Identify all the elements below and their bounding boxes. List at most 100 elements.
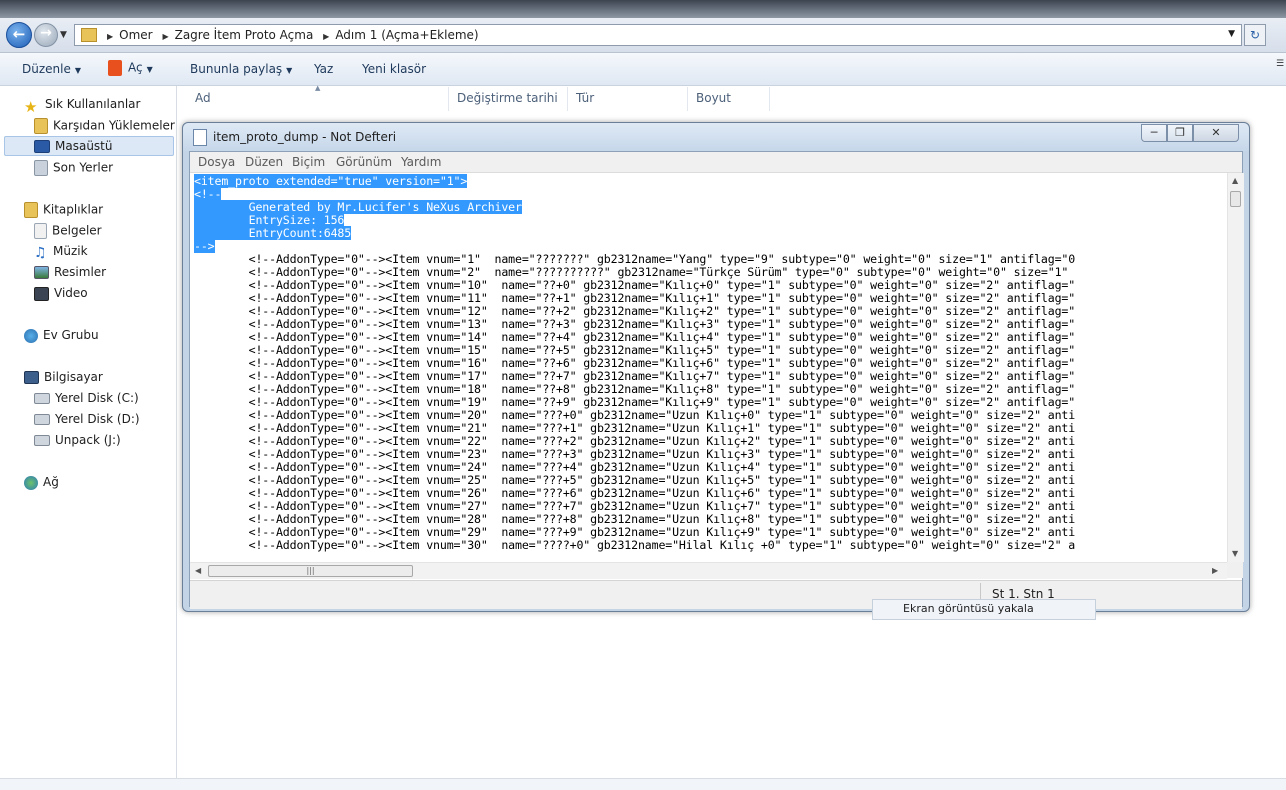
selected-text-line: EntrySize: 156 xyxy=(194,213,345,227)
text-line: <!--AddonType="0"--><Item vnum="15" name… xyxy=(194,343,1076,357)
explorer-details-bar xyxy=(0,778,1286,790)
nav-label: Karşıdan Yüklemeler xyxy=(53,118,175,133)
nav-item-recent[interactable]: Son Yerler xyxy=(34,160,113,176)
print-button[interactable]: Yaz xyxy=(314,62,333,76)
navigation-pane: ★ Sık Kullanılanlar Karşıdan Yüklemeler M… xyxy=(0,86,177,778)
minimize-icon: ─ xyxy=(1150,126,1158,139)
nav-label: Kitaplıklar xyxy=(43,202,104,217)
chevron-down-icon: ▼ xyxy=(286,66,293,75)
column-header-name[interactable]: Ad xyxy=(187,87,449,111)
desktop-strip xyxy=(0,0,1286,18)
scroll-right-icon[interactable]: ▶ xyxy=(1212,566,1218,575)
documents-icon xyxy=(34,223,47,239)
back-button[interactable]: ← xyxy=(6,22,32,48)
horizontal-scroll-thumb[interactable]: ||| xyxy=(208,565,413,577)
share-label: Bununla paylaş xyxy=(190,62,283,76)
nav-label: Bilgisayar xyxy=(44,370,103,384)
network-icon xyxy=(24,475,38,490)
horizontal-scrollbar[interactable]: ◀ ||| ▶ xyxy=(190,562,1227,579)
menu-view[interactable]: Görünüm xyxy=(336,155,392,169)
text-line: <!--AddonType="0"--><Item vnum="23" name… xyxy=(194,447,1076,461)
downloads-icon xyxy=(34,118,48,134)
recent-pages-dropdown[interactable]: ▼ xyxy=(60,30,67,40)
nav-item-disk-c[interactable]: Yerel Disk (C:) xyxy=(34,391,139,405)
nav-label: Resimler xyxy=(54,265,107,279)
text-line: <!--AddonType="0"--><Item vnum="16" name… xyxy=(194,356,1076,370)
vertical-scroll-thumb[interactable] xyxy=(1230,191,1241,207)
new-folder-button[interactable]: Yeni klasör xyxy=(362,62,426,76)
text-line: <!--AddonType="0"--><Item vnum="17" name… xyxy=(194,369,1076,383)
text-line: <!--AddonType="0"--><Item vnum="21" name… xyxy=(194,421,1076,435)
menu-edit[interactable]: Düzen xyxy=(245,155,283,169)
nav-item-homegroup[interactable]: Ev Grubu xyxy=(24,328,99,343)
nav-item-music[interactable]: ♫ Müzik xyxy=(34,244,88,261)
chevron-right-icon: ▶ xyxy=(323,32,330,41)
scroll-left-icon[interactable]: ◀ xyxy=(195,566,201,575)
breadcrumb-item[interactable]: Omer xyxy=(119,28,152,42)
nav-item-disk-d[interactable]: Yerel Disk (D:) xyxy=(34,412,140,426)
minimize-button[interactable]: ─ xyxy=(1141,124,1167,142)
maximize-button[interactable]: ❐ xyxy=(1167,124,1193,142)
drive-icon xyxy=(34,435,50,446)
forward-button[interactable]: → xyxy=(34,23,58,47)
screenshot-capture-menu-item[interactable]: Ekran görüntüsü yakala xyxy=(872,599,1096,620)
text-line: <!--AddonType="0"--><Item vnum="10" name… xyxy=(194,278,1076,292)
menu-format[interactable]: Biçim xyxy=(292,155,325,169)
nav-item-computer[interactable]: Bilgisayar xyxy=(24,370,103,384)
address-dropdown[interactable]: ▼ xyxy=(1228,29,1235,39)
column-header-size[interactable]: Boyut xyxy=(688,87,770,111)
text-line: <!--AddonType="0"--><Item vnum="14" name… xyxy=(194,330,1076,344)
restore-icon: ❐ xyxy=(1175,126,1185,139)
breadcrumb-item[interactable]: Adım 1 (Açma+Ekleme) xyxy=(335,28,478,42)
refresh-icon: ↻ xyxy=(1249,28,1261,42)
nav-item-documents[interactable]: Belgeler xyxy=(34,223,102,239)
vertical-scrollbar[interactable]: ▲ ▼ xyxy=(1227,173,1244,562)
text-line: <!--AddonType="0"--><Item vnum="29" name… xyxy=(194,525,1076,539)
open-button[interactable]: Aç ▼ xyxy=(108,60,153,76)
view-options-icon[interactable]: ☰ xyxy=(1276,59,1286,79)
computer-icon xyxy=(24,371,39,384)
menu-help[interactable]: Yardım xyxy=(401,155,441,169)
text-line: <!--AddonType="0"--><Item vnum="19" name… xyxy=(194,395,1076,409)
chevron-right-icon: ▶ xyxy=(107,32,114,41)
breadcrumb-item[interactable]: Zagre İtem Proto Açma xyxy=(175,28,314,42)
scroll-down-icon[interactable]: ▼ xyxy=(1232,549,1238,558)
selected-text-line: <!-- xyxy=(194,187,222,201)
nav-item-favorites[interactable]: ★ Sık Kullanılanlar xyxy=(24,97,140,116)
nav-item-video[interactable]: Video xyxy=(34,286,88,301)
scroll-up-icon[interactable]: ▲ xyxy=(1232,176,1238,185)
nav-item-network[interactable]: Ağ xyxy=(24,475,59,490)
nav-label: Belgeler xyxy=(52,223,102,238)
column-header-modified[interactable]: Değiştirme tarihi xyxy=(449,87,568,111)
share-button[interactable]: Bununla paylaş ▼ xyxy=(190,62,292,76)
editor-content: <item_proto extended="true" version="1">… xyxy=(194,174,1076,552)
nav-item-libraries[interactable]: Kitaplıklar xyxy=(24,202,103,218)
column-header-type[interactable]: Tür xyxy=(568,87,688,111)
menu-file[interactable]: Dosya xyxy=(198,155,235,169)
notepad-icon xyxy=(193,129,207,146)
organize-button[interactable]: Düzenle ▼ xyxy=(22,62,81,76)
refresh-button[interactable]: ↻ xyxy=(1244,24,1266,46)
pictures-icon xyxy=(34,266,49,279)
text-line: <!--AddonType="0"--><Item vnum="18" name… xyxy=(194,382,1076,396)
nav-label: Müzik xyxy=(53,244,88,258)
nav-item-desktop[interactable]: Masaüstü xyxy=(34,139,112,153)
nav-item-pictures[interactable]: Resimler xyxy=(34,265,106,279)
arrow-right-icon: → xyxy=(40,25,52,41)
address-bar[interactable]: ▶ Omer ▶ Zagre İtem Proto Açma ▶ Adım 1 (Aç… xyxy=(74,24,1242,46)
text-line: <!--AddonType="0"--><Item vnum="30" name… xyxy=(194,538,1076,552)
libraries-icon xyxy=(24,202,38,218)
arrow-left-icon: ← xyxy=(12,25,26,43)
text-line: <!--AddonType="0"--><Item vnum="20" name… xyxy=(194,408,1076,422)
recent-places-icon xyxy=(34,160,48,176)
folder-icon xyxy=(81,28,97,42)
text-editor[interactable]: <item_proto extended="true" version="1">… xyxy=(190,173,1227,562)
open-label: Aç xyxy=(128,60,143,75)
nav-item-downloads[interactable]: Karşıdan Yüklemeler xyxy=(34,118,175,134)
close-button[interactable]: ✕ xyxy=(1193,124,1239,142)
nav-label: Ev Grubu xyxy=(43,328,99,342)
drive-icon xyxy=(34,414,50,425)
notepad-titlebar[interactable]: item_proto_dump - Not Defteri ─ ❐ ✕ xyxy=(183,123,1249,151)
nav-item-unpack[interactable]: Unpack (J:) xyxy=(34,433,121,447)
chevron-right-icon: ▶ xyxy=(162,32,169,41)
